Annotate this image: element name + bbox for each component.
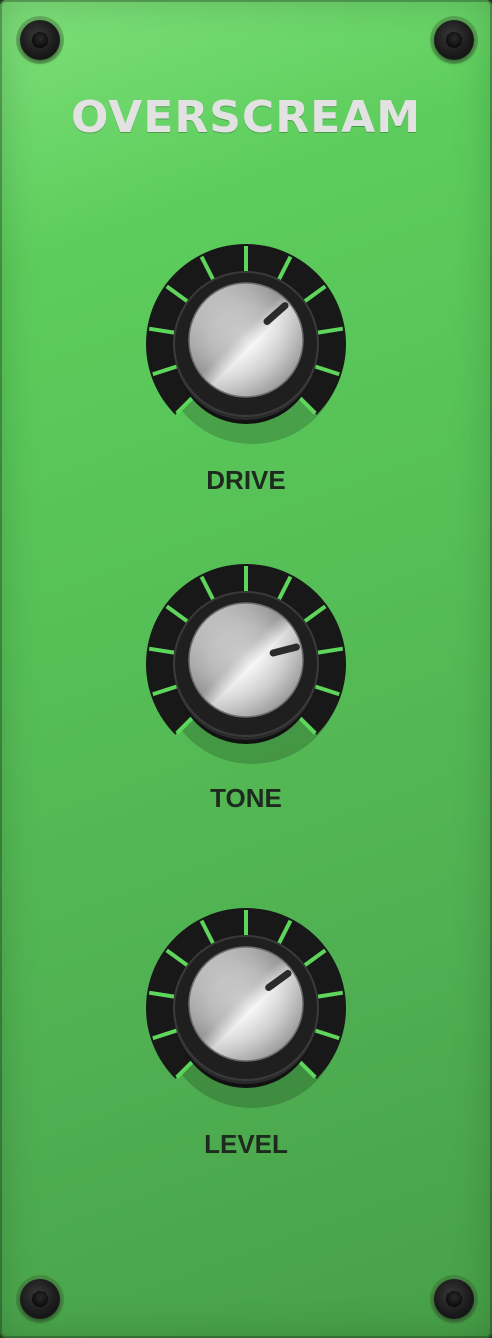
screw-top-right-icon (434, 20, 474, 60)
knob-label-drive: DRIVE (206, 465, 286, 495)
knob-drive[interactable] (136, 234, 356, 454)
screw-bottom-right-icon (434, 1279, 474, 1319)
pedal-panel: OVERSCREAM DRIVE TONE LEVEL (0, 0, 492, 1338)
knob-level[interactable] (136, 898, 356, 1118)
screw-top-left-icon (20, 20, 60, 60)
screw-bottom-left-icon (20, 1279, 60, 1319)
pedal-title: OVERSCREAM (71, 92, 421, 143)
knob-label-tone: TONE (210, 783, 282, 813)
knob-label-level: LEVEL (204, 1129, 288, 1159)
knob-tone[interactable] (136, 554, 356, 774)
